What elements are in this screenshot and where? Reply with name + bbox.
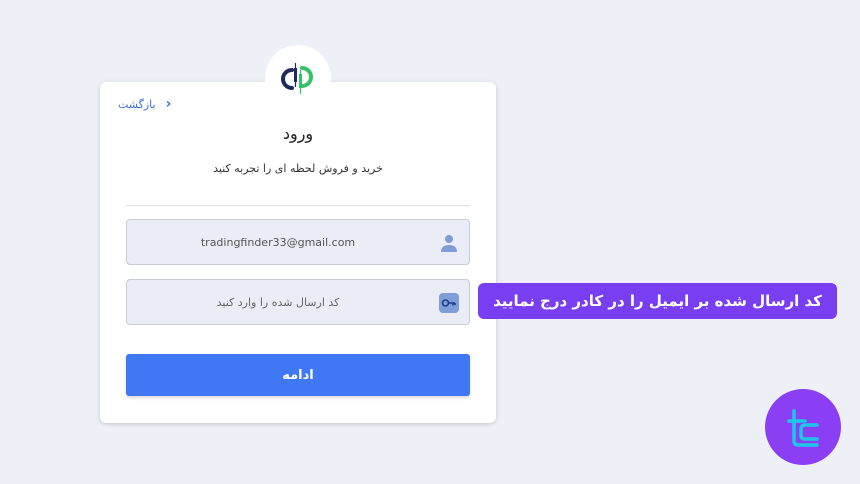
chevron-left-icon: ‹ bbox=[165, 96, 172, 112]
page-title: ورود bbox=[282, 124, 314, 143]
back-label: بازگشت bbox=[118, 97, 156, 111]
page-subtitle: خرید و فروش لحظه ای را تجربه کنید bbox=[213, 162, 383, 175]
instruction-annotation: کد ارسال شده بر ایمیل را در کادر درج نما… bbox=[478, 283, 837, 319]
exchange-logo-icon bbox=[265, 45, 331, 111]
email-field[interactable]: tradingfinder33@gmail.com bbox=[126, 219, 470, 265]
key-icon bbox=[439, 293, 459, 313]
email-value: tradingfinder33@gmail.com bbox=[200, 235, 356, 249]
code-field[interactable]: کد ارسال شده را وارد کنید bbox=[126, 279, 470, 325]
tradingfinder-logo-icon bbox=[765, 389, 841, 465]
continue-button[interactable]: ادامه bbox=[126, 354, 470, 396]
user-icon bbox=[439, 233, 459, 253]
divider bbox=[126, 205, 470, 206]
code-placeholder: کد ارسال شده را وارد کنید bbox=[216, 295, 340, 309]
back-link[interactable]: بازگشت ‹ bbox=[118, 96, 171, 112]
